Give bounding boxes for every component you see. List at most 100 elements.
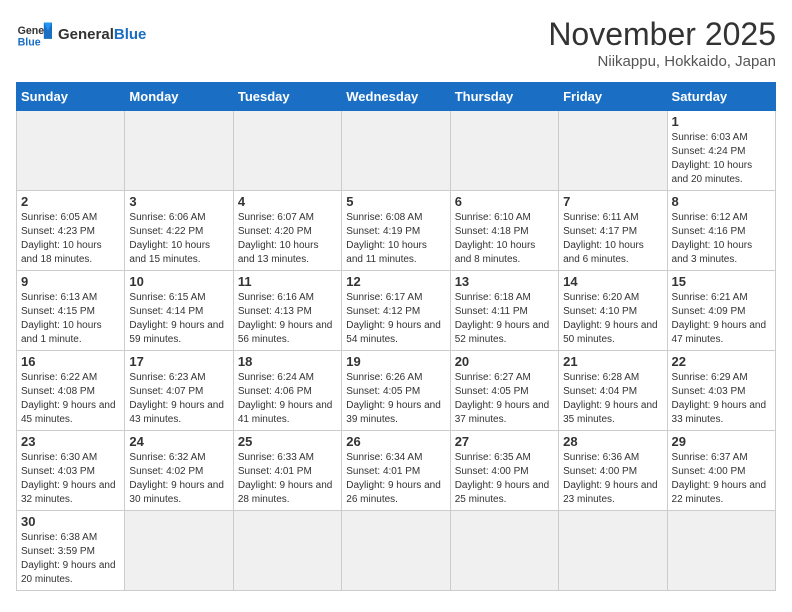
calendar-cell: 14 Sunrise: 6:20 AM Sunset: 4:10 PM Dayli… — [559, 271, 667, 351]
col-saturday: Saturday — [667, 83, 775, 111]
calendar-cell — [342, 511, 450, 591]
day-info: Sunrise: 6:24 AM Sunset: 4:06 PM Dayligh… — [238, 371, 337, 427]
month-title: November 2025 — [548, 16, 776, 53]
calendar-cell: 16Sunrise: 6:22 AM Sunset: 4:08 PM Dayli… — [17, 351, 125, 431]
calendar-cell: 6Sunrise: 6:10 AM Sunset: 4:18 PM Daylig… — [450, 191, 558, 271]
day-info: Sunrise: 6:29 AM Sunset: 4:03 PM Dayligh… — [672, 371, 771, 427]
calendar-cell: 1Sunrise: 6:03 AM Sunset: 4:24 PM Daylig… — [667, 111, 775, 191]
day-info: Sunrise: 6:13 AM Sunset: 4:15 PM Dayligh… — [21, 291, 120, 347]
day-info: Sunrise: 6:36 AM Sunset: 4:00 PM Dayligh… — [563, 451, 662, 507]
week-row-5: 23 Sunrise: 6:30 AM Sunset: 4:03 PM Dayli… — [17, 431, 776, 511]
day-number: 30 — [21, 514, 120, 529]
calendar-cell: 4 Sunrise: 6:07 AM Sunset: 4:20 PM Daylig… — [233, 191, 341, 271]
calendar-cell: 8 Sunrise: 6:12 AM Sunset: 4:16 PM Daylig… — [667, 191, 775, 271]
col-tuesday: Tuesday — [233, 83, 341, 111]
day-info: Sunrise: 6:21 AM Sunset: 4:09 PM Dayligh… — [672, 291, 771, 347]
day-number: 28 — [563, 434, 662, 449]
day-info: Sunrise: 6:17 AM Sunset: 4:12 PM Dayligh… — [346, 291, 445, 347]
day-number: 14 — [563, 274, 662, 289]
day-number: 9 — [21, 274, 120, 289]
calendar-cell: 23 Sunrise: 6:30 AM Sunset: 4:03 PM Dayli… — [17, 431, 125, 511]
calendar-cell — [233, 111, 341, 191]
week-row-2: 2 Sunrise: 6:05 AM Sunset: 4:23 PM Daylig… — [17, 191, 776, 271]
day-info: Sunrise: 6:26 AM Sunset: 4:05 PM Dayligh… — [346, 371, 445, 427]
day-info: Sunrise: 6:11 AM Sunset: 4:17 PM Dayligh… — [563, 211, 662, 267]
logo-icon: General Blue — [16, 16, 52, 52]
day-number: 11 — [238, 274, 337, 289]
calendar-cell: 5 Sunrise: 6:08 AM Sunset: 4:19 PM Daylig… — [342, 191, 450, 271]
calendar-header-row: Sunday Monday Tuesday Wednesday Thursday… — [17, 83, 776, 111]
day-number: 18 — [238, 354, 337, 369]
col-thursday: Thursday — [450, 83, 558, 111]
day-number: 17 — [129, 354, 228, 369]
calendar-cell: 18 Sunrise: 6:24 AM Sunset: 4:06 PM Dayli… — [233, 351, 341, 431]
day-info: Sunrise: 6:35 AM Sunset: 4:00 PM Dayligh… — [455, 451, 554, 507]
day-number: 27 — [455, 434, 554, 449]
day-number: 24 — [129, 434, 228, 449]
day-info: Sunrise: 6:12 AM Sunset: 4:16 PM Dayligh… — [672, 211, 771, 267]
day-info: Sunrise: 6:07 AM Sunset: 4:20 PM Dayligh… — [238, 211, 337, 267]
day-info: Sunrise: 6:22 AM Sunset: 4:08 PM Dayligh… — [21, 371, 120, 427]
day-number: 6 — [455, 194, 554, 209]
day-info: Sunrise: 6:28 AM Sunset: 4:04 PM Dayligh… — [563, 371, 662, 427]
calendar-cell: 25Sunrise: 6:33 AM Sunset: 4:01 PM Dayli… — [233, 431, 341, 511]
week-row-6: 30Sunrise: 6:38 AM Sunset: 3:59 PM Dayli… — [17, 511, 776, 591]
day-number: 4 — [238, 194, 337, 209]
day-number: 19 — [346, 354, 445, 369]
calendar-cell: 26Sunrise: 6:34 AM Sunset: 4:01 PM Dayli… — [342, 431, 450, 511]
calendar-cell: 20 Sunrise: 6:27 AM Sunset: 4:05 PM Dayli… — [450, 351, 558, 431]
calendar-cell: 7Sunrise: 6:11 AM Sunset: 4:17 PM Daylig… — [559, 191, 667, 271]
day-number: 15 — [672, 274, 771, 289]
day-info: Sunrise: 6:27 AM Sunset: 4:05 PM Dayligh… — [455, 371, 554, 427]
week-row-4: 16Sunrise: 6:22 AM Sunset: 4:08 PM Dayli… — [17, 351, 776, 431]
day-number: 3 — [129, 194, 228, 209]
col-wednesday: Wednesday — [342, 83, 450, 111]
day-info: Sunrise: 6:30 AM Sunset: 4:03 PM Dayligh… — [21, 451, 120, 507]
day-info: Sunrise: 6:34 AM Sunset: 4:01 PM Dayligh… — [346, 451, 445, 507]
day-number: 20 — [455, 354, 554, 369]
day-number: 10 — [129, 274, 228, 289]
day-info: Sunrise: 6:20 AM Sunset: 4:10 PM Dayligh… — [563, 291, 662, 347]
col-friday: Friday — [559, 83, 667, 111]
calendar-cell: 21 Sunrise: 6:28 AM Sunset: 4:04 PM Dayli… — [559, 351, 667, 431]
day-info: Sunrise: 6:37 AM Sunset: 4:00 PM Dayligh… — [672, 451, 771, 507]
day-info: Sunrise: 6:33 AM Sunset: 4:01 PM Dayligh… — [238, 451, 337, 507]
day-info: Sunrise: 6:08 AM Sunset: 4:19 PM Dayligh… — [346, 211, 445, 267]
col-monday: Monday — [125, 83, 233, 111]
calendar-cell: 24Sunrise: 6:32 AM Sunset: 4:02 PM Dayli… — [125, 431, 233, 511]
calendar-cell: 15 Sunrise: 6:21 AM Sunset: 4:09 PM Dayli… — [667, 271, 775, 351]
day-info: Sunrise: 6:03 AM Sunset: 4:24 PM Dayligh… — [672, 131, 771, 187]
location: Niikappu, Hokkaido, Japan — [548, 53, 776, 70]
calendar-cell — [125, 511, 233, 591]
calendar-cell: 2 Sunrise: 6:05 AM Sunset: 4:23 PM Daylig… — [17, 191, 125, 271]
logo: General Blue GeneralBlue — [16, 16, 146, 52]
day-info: Sunrise: 6:16 AM Sunset: 4:13 PM Dayligh… — [238, 291, 337, 347]
day-number: 5 — [346, 194, 445, 209]
day-number: 23 — [21, 434, 120, 449]
day-number: 12 — [346, 274, 445, 289]
calendar-cell: 17Sunrise: 6:23 AM Sunset: 4:07 PM Dayli… — [125, 351, 233, 431]
calendar-cell — [450, 511, 558, 591]
day-number: 2 — [21, 194, 120, 209]
calendar-cell: 28 Sunrise: 6:36 AM Sunset: 4:00 PM Dayli… — [559, 431, 667, 511]
day-number: 21 — [563, 354, 662, 369]
calendar-cell — [450, 111, 558, 191]
calendar-cell — [559, 111, 667, 191]
calendar-cell: 12 Sunrise: 6:17 AM Sunset: 4:12 PM Dayli… — [342, 271, 450, 351]
day-info: Sunrise: 6:15 AM Sunset: 4:14 PM Dayligh… — [129, 291, 228, 347]
calendar-cell: 22Sunrise: 6:29 AM Sunset: 4:03 PM Dayli… — [667, 351, 775, 431]
title-block: November 2025 Niikappu, Hokkaido, Japan — [548, 16, 776, 70]
day-number: 13 — [455, 274, 554, 289]
calendar-cell: 13 Sunrise: 6:18 AM Sunset: 4:11 PM Dayli… — [450, 271, 558, 351]
calendar-cell — [17, 111, 125, 191]
calendar-cell — [559, 511, 667, 591]
day-number: 8 — [672, 194, 771, 209]
week-row-1: 1Sunrise: 6:03 AM Sunset: 4:24 PM Daylig… — [17, 111, 776, 191]
day-info: Sunrise: 6:05 AM Sunset: 4:23 PM Dayligh… — [21, 211, 120, 267]
calendar-cell — [125, 111, 233, 191]
day-info: Sunrise: 6:18 AM Sunset: 4:11 PM Dayligh… — [455, 291, 554, 347]
page-header: General Blue GeneralBlue November 2025 N… — [16, 16, 776, 70]
week-row-3: 9 Sunrise: 6:13 AM Sunset: 4:15 PM Daylig… — [17, 271, 776, 351]
calendar-cell: 19 Sunrise: 6:26 AM Sunset: 4:05 PM Dayli… — [342, 351, 450, 431]
calendar-cell: 11 Sunrise: 6:16 AM Sunset: 4:13 PM Dayli… — [233, 271, 341, 351]
